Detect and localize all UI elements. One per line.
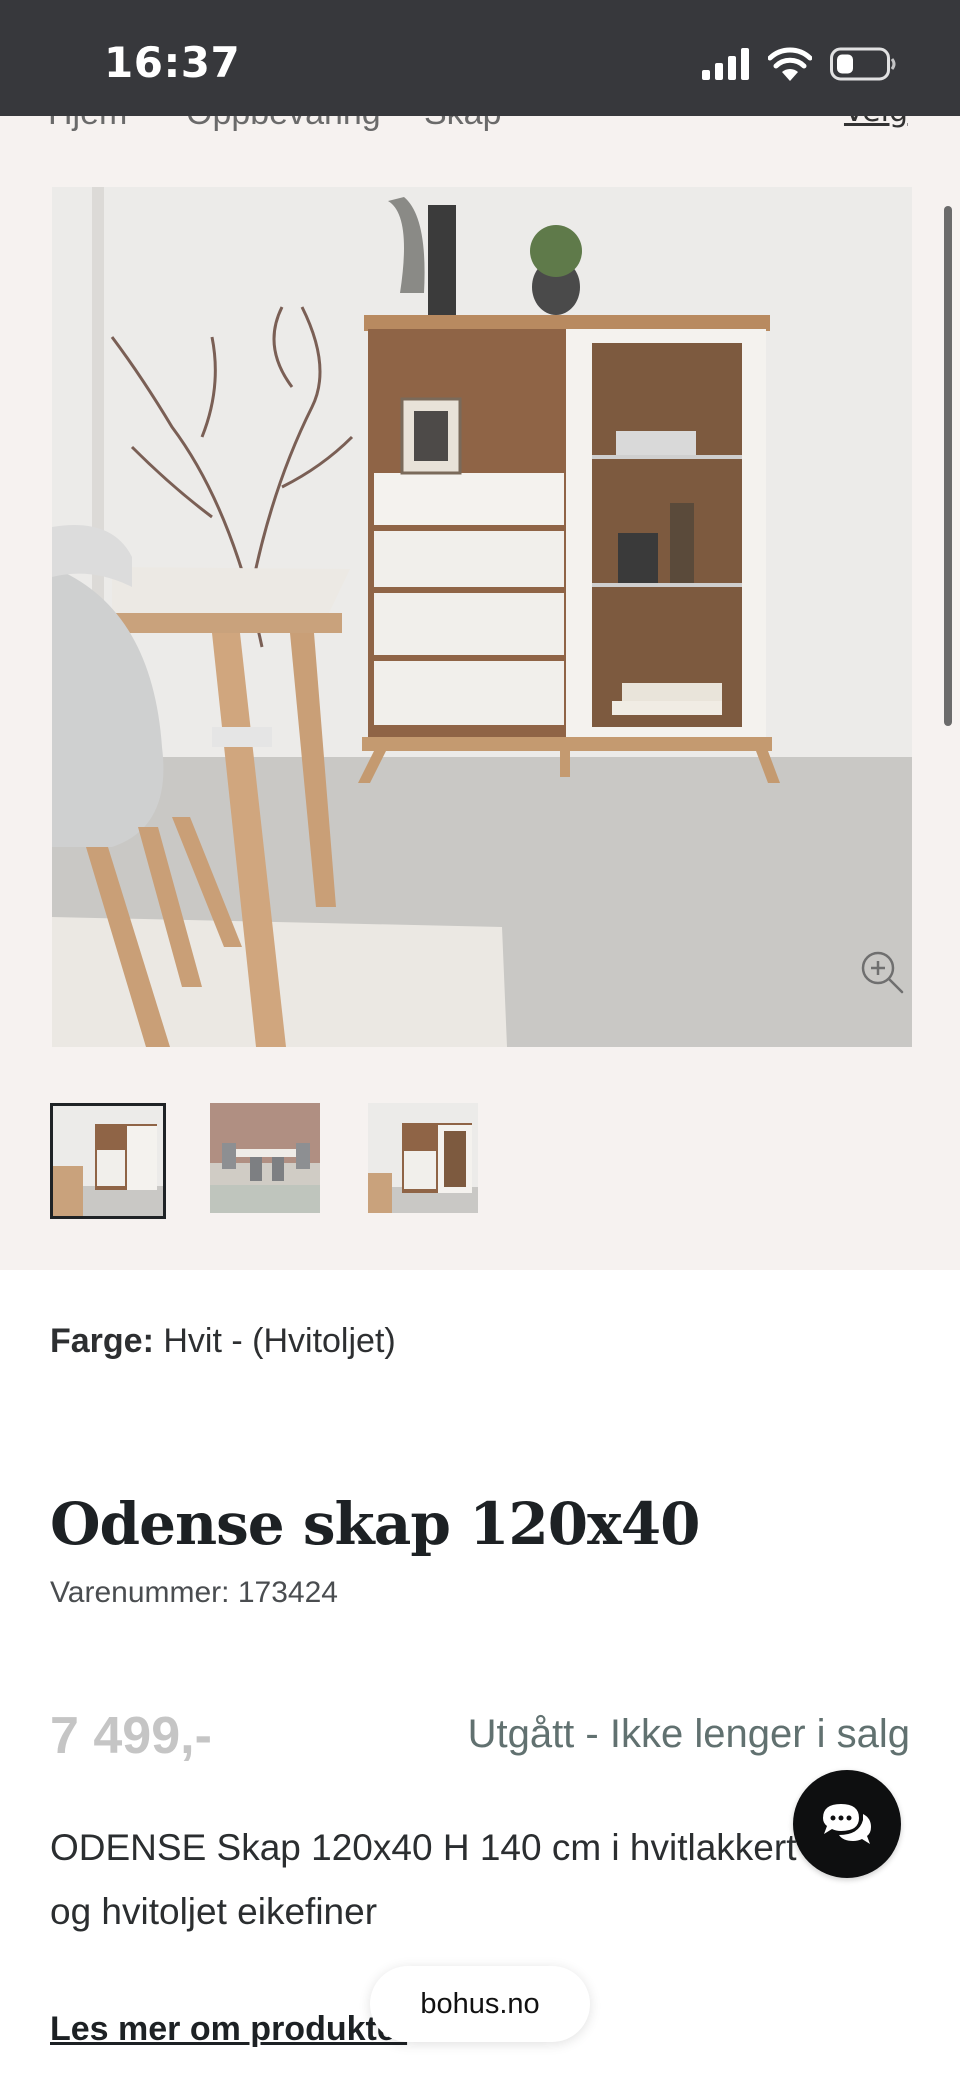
product-sku: Varenummer: 173424	[50, 1576, 338, 1609]
product-price: 7 499,-	[50, 1707, 212, 1765]
cabinet-photo	[52, 187, 912, 1047]
thumbnail-3[interactable]	[368, 1103, 478, 1213]
status-bar: 16:37	[0, 0, 960, 116]
status-icons	[702, 44, 896, 84]
chat-icon	[823, 1804, 871, 1844]
breadcrumb-cabinet[interactable]: Skap	[424, 116, 502, 133]
zoom-icon[interactable]	[858, 948, 906, 996]
breadcrumb-home[interactable]: Hjem	[48, 116, 127, 133]
main-product-image[interactable]	[52, 187, 912, 1047]
browser-url: bohus.no	[420, 1987, 540, 2020]
store-selector-link[interactable]: Velg	[844, 116, 908, 129]
read-more-link[interactable]: Les mer om produktet	[50, 2010, 407, 2049]
thumbnail-strip	[0, 1103, 960, 1219]
color-selector[interactable]: Farge: Hvit - (Hvitoljet)	[50, 1322, 396, 1361]
browser-url-bar[interactable]: bohus.no	[370, 1966, 590, 2042]
battery-icon	[830, 47, 896, 81]
availability-status: Utgått - Ikke lenger i salg	[467, 1712, 910, 1756]
chat-button[interactable]	[793, 1770, 901, 1878]
signal-icon	[702, 48, 749, 80]
breadcrumb-storage[interactable]: Oppbevaring	[186, 116, 381, 133]
color-value: Hvit - (Hvitoljet)	[163, 1322, 396, 1360]
product-title: Odense skap 120x40	[50, 1490, 700, 1558]
wifi-icon	[768, 47, 812, 81]
page-scrollbar[interactable]	[944, 206, 952, 726]
thumbnail-1[interactable]	[50, 1103, 166, 1219]
product-description: ODENSE Skap 120x40 H 140 cm i hvitlakker…	[50, 1827, 887, 1932]
color-label: Farge:	[50, 1322, 154, 1360]
breadcrumb: Hjem Oppbevaring Skap Velg	[0, 116, 960, 136]
thumbnail-2[interactable]	[210, 1103, 320, 1213]
status-time: 16:37	[104, 38, 241, 87]
